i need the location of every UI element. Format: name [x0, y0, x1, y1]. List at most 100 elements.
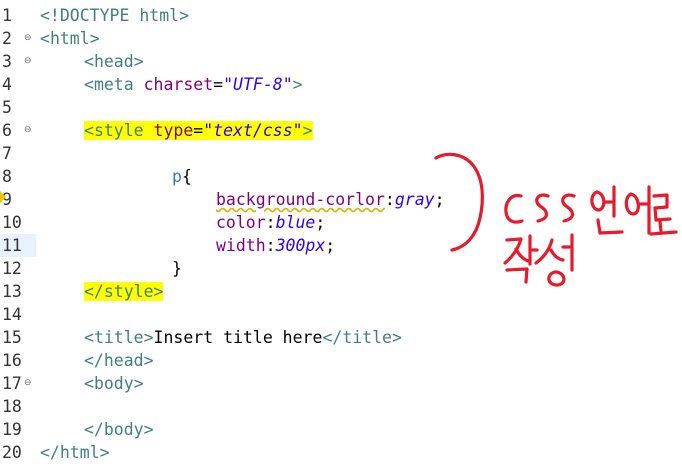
code-text: <body>	[84, 372, 144, 395]
code-token: meta	[93, 75, 134, 94]
code-token: :	[265, 213, 276, 232]
code-token: title	[342, 328, 392, 347]
code-line[interactable]: 4 <meta charset="UTF-8">	[0, 73, 682, 96]
line-number: 12	[2, 259, 22, 278]
code-text: <!DOCTYPE html>	[40, 4, 189, 27]
line-number: 19	[2, 420, 22, 439]
code-text: <head>	[84, 50, 144, 73]
code-token: "UTF-8"	[223, 75, 293, 94]
code-token: "text/css"	[203, 121, 303, 140]
code-line[interactable]: 12}	[0, 257, 682, 280]
code-token: style	[103, 282, 154, 301]
code-text: background-corlor:gray;	[216, 188, 445, 211]
line-number: 18	[2, 397, 22, 416]
code-token	[143, 121, 154, 140]
code-token: title	[93, 328, 144, 347]
code-token: head	[93, 52, 134, 71]
code-line[interactable]: 8 p{	[0, 165, 682, 188]
code-line[interactable]: 5	[0, 96, 682, 119]
code-text: </style>	[84, 280, 164, 303]
code-text: }	[172, 257, 182, 280]
code-token: <	[84, 121, 94, 140]
code-token: <	[84, 52, 94, 71]
line-number: 6	[2, 121, 12, 140]
code-line[interactable]: 17 ⊖ <body>	[0, 372, 682, 395]
code-text: <title>Insert title here</title>	[84, 326, 402, 349]
line-number: 14	[2, 305, 22, 324]
code-token: >	[89, 29, 100, 48]
code-token: >	[391, 328, 402, 347]
code-token: Insert title here	[153, 328, 323, 347]
code-token: ;	[434, 190, 445, 209]
code-token: {	[181, 167, 192, 186]
code-token: ;	[315, 213, 326, 232]
fold-toggle-icon[interactable]: ⊖	[24, 126, 32, 135]
line-number: 10	[2, 213, 22, 232]
fold-toggle-icon[interactable]: ⊖	[24, 379, 32, 388]
code-token: </	[40, 443, 60, 462]
code-token: gray	[394, 190, 435, 209]
code-token: >	[143, 328, 154, 347]
code-token: =	[193, 121, 204, 140]
code-token: background-corlor	[216, 190, 385, 209]
fold-toggle-icon[interactable]: ⊖	[24, 34, 32, 43]
code-line[interactable]: 15 <title>Insert title here</title>	[0, 326, 682, 349]
code-token: >	[292, 75, 303, 94]
code-text: p{	[172, 165, 192, 188]
line-number: 11	[2, 236, 22, 255]
line-number: 2	[2, 29, 12, 48]
code-token: >	[153, 282, 164, 301]
code-line[interactable]: 14	[0, 303, 682, 326]
line-number: 15	[2, 328, 22, 347]
code-line[interactable]: 2 ⊖ <html>	[0, 27, 682, 50]
code-editor[interactable]: 1 <!DOCTYPE html> 2 ⊖ <html> 3 ⊖ <head> 4 <meta c…	[0, 0, 682, 470]
code-token: ;	[325, 236, 336, 255]
code-token: >	[99, 443, 110, 462]
line-number: 4	[2, 75, 12, 94]
code-token: html	[139, 6, 180, 25]
code-token: </	[322, 328, 343, 347]
code-token: <	[84, 75, 94, 94]
code-line[interactable]: 9 background-corlor:gray;	[0, 188, 682, 211]
code-token: html	[59, 443, 100, 462]
code-token: body	[103, 420, 144, 439]
code-token: </	[84, 282, 104, 301]
code-line[interactable]: 11 width:300px;	[0, 234, 682, 257]
code-text: </head>	[84, 349, 154, 372]
code-line[interactable]: 18	[0, 395, 682, 418]
line-number: 13	[2, 282, 22, 301]
code-line[interactable]: 19 </body>	[0, 418, 682, 441]
code-token: >	[179, 6, 190, 25]
line-number: 5	[2, 98, 12, 117]
code-token: body	[93, 374, 134, 393]
code-text: <style type="text/css">	[84, 119, 313, 142]
code-token: }	[172, 259, 182, 278]
code-token: >	[143, 420, 154, 439]
code-token: head	[103, 351, 144, 370]
code-line[interactable]: 1 <!DOCTYPE html>	[0, 4, 682, 27]
code-token: >	[302, 121, 313, 140]
code-token: =	[213, 75, 224, 94]
code-line[interactable]: 7	[0, 142, 682, 165]
code-token: <	[84, 374, 94, 393]
code-line[interactable]: 13 </style>	[0, 280, 682, 303]
code-line[interactable]: 6 ⊖ <style type="text/css">	[0, 119, 682, 142]
line-number: 20	[2, 443, 22, 462]
code-line[interactable]: 3 ⊖ <head>	[0, 50, 682, 73]
code-token: >	[143, 351, 154, 370]
code-token: :	[265, 236, 276, 255]
code-text: </body>	[84, 418, 154, 441]
code-line[interactable]: 20 </html>	[0, 441, 682, 464]
code-token: :	[384, 190, 395, 209]
warning-marker-icon[interactable]	[0, 190, 6, 204]
fold-toggle-icon[interactable]: ⊖	[24, 57, 32, 66]
code-text: width:300px;	[216, 234, 335, 257]
code-token: <	[84, 328, 94, 347]
code-text: color:blue;	[216, 211, 325, 234]
line-number: 16	[2, 351, 22, 370]
line-number: 7	[2, 144, 12, 163]
code-line[interactable]: 10 color:blue;	[0, 211, 682, 234]
code-token: <!DOCTYPE	[40, 6, 140, 25]
code-line[interactable]: 16 </head>	[0, 349, 682, 372]
line-number: 1	[2, 6, 12, 25]
